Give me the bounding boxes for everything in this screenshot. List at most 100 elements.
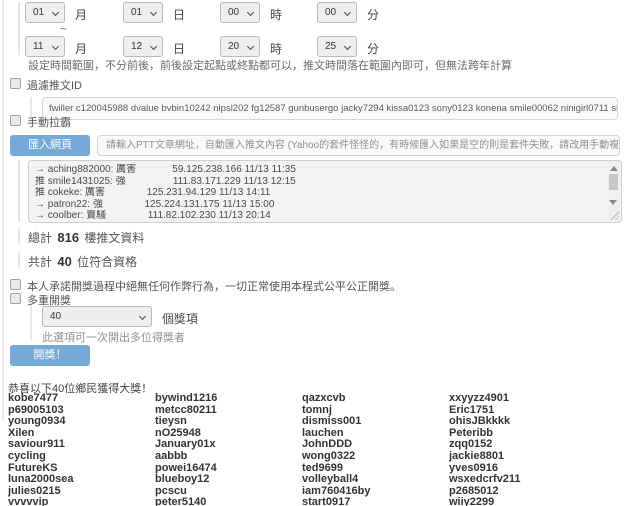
- import-page-button[interactable]: 匯入網頁: [10, 135, 90, 156]
- start-month-value: 01: [33, 7, 44, 18]
- winner-name: luna2000sea: [8, 474, 155, 486]
- page-left-edge: [2, 0, 4, 420]
- article-url-placeholder: 請輸入PTT文章網址，自動匯入推文內容 (Yahoo的套件怪怪的，有時候匯入如果…: [98, 136, 619, 155]
- comments-lines: → aching882000: 厲害 59.125.238.166 11/13 …: [35, 164, 605, 222]
- total-suffix: 樓推文資料: [84, 231, 144, 245]
- winner-name: ohisJBkkkk: [449, 416, 596, 428]
- winner-name: January01x: [155, 439, 302, 451]
- comment-line: 推 smile1431025: 強 111.83.171.229 11/13 1…: [35, 176, 605, 188]
- winner-name: lauchen: [302, 428, 449, 440]
- winner-name: Eric1751: [449, 405, 596, 417]
- start-minute-value: 00: [325, 7, 336, 18]
- pledge-checkbox[interactable]: [10, 279, 21, 290]
- form-group-border: [18, 160, 20, 222]
- chevron-down-icon: [247, 43, 254, 50]
- winner-name: wsxedcrfv211: [449, 474, 596, 486]
- chevron-down-icon: [52, 9, 59, 16]
- winner-name: wong0322: [302, 451, 449, 463]
- winner-name: dismiss001: [302, 416, 449, 428]
- winners-grid: kobe7477bywind1216qazxcvbxxyyzz4901p6900…: [8, 393, 596, 506]
- end-minute-select[interactable]: 25: [317, 36, 357, 57]
- scroll-up-icon[interactable]: [610, 166, 618, 171]
- form-group-border: [18, 2, 20, 55]
- end-minute-value: 25: [325, 41, 336, 52]
- winner-name: p69005103: [8, 405, 155, 417]
- end-hour-value: 20: [228, 41, 239, 52]
- scroll-down-icon[interactable]: [609, 200, 617, 205]
- winner-name: bywind1216: [155, 393, 302, 405]
- winner-name: saviour911: [8, 439, 155, 451]
- form-group-border: [18, 252, 20, 268]
- winner-name: Xilen: [8, 428, 155, 440]
- filter-id-input[interactable]: fwiller c120045988 dvalue bvbin10242 nlp…: [42, 97, 618, 120]
- qualified-value: 40: [55, 254, 73, 269]
- winner-name: nO25948: [155, 428, 302, 440]
- form-group-border: [30, 303, 32, 340]
- winner-name: tieysn: [155, 416, 302, 428]
- winner-name: aabbb: [155, 451, 302, 463]
- winner-name: powei16474: [155, 463, 302, 475]
- end-hour-select[interactable]: 20: [220, 36, 260, 57]
- comment-line: → aching882000: 厲害 59.125.238.166 11/13 …: [35, 164, 605, 176]
- end-month-select[interactable]: 11: [25, 36, 65, 57]
- manual-slot-checkbox[interactable]: [10, 115, 21, 126]
- qualified-stat: 共計 40 位符合資格: [28, 253, 137, 270]
- filter-id-checkbox[interactable]: [10, 78, 21, 89]
- day-unit-label: 日: [173, 6, 185, 23]
- hour-unit-label: 時: [270, 6, 282, 23]
- winner-name: cycling: [8, 451, 155, 463]
- winner-name: young0934: [8, 416, 155, 428]
- start-hour-select[interactable]: 00: [220, 2, 260, 23]
- start-day-select[interactable]: 01: [123, 2, 163, 23]
- total-value: 816: [55, 230, 81, 245]
- end-month-value: 11: [33, 41, 43, 52]
- start-minute-select[interactable]: 00: [317, 2, 357, 23]
- winner-name: yves0916: [449, 463, 596, 475]
- multi-draw-checkbox[interactable]: [10, 293, 21, 304]
- winner-name: iam760416by: [302, 486, 449, 498]
- winner-name: julies0215: [8, 486, 155, 498]
- ptt-lottery-page: 01 月 01 日 00 時 00 分 ~ 11 月 12 日 20 時 25 …: [0, 0, 640, 506]
- multi-draw-hint: 此選項可一次開出多位得獎者: [42, 329, 185, 345]
- manual-slot-label: 手動拉霸: [27, 114, 71, 130]
- chevron-down-icon: [344, 43, 351, 50]
- winner-name: vvvvvip: [8, 497, 155, 506]
- article-url-input[interactable]: 請輸入PTT文章網址，自動匯入推文內容 (Yahoo的套件怪怪的，有時候匯入如果…: [97, 135, 620, 156]
- qualified-label: 共計: [28, 255, 52, 269]
- winner-name: FutureKS: [8, 463, 155, 475]
- winner-name: qazxcvb: [302, 393, 449, 405]
- total-label: 總計: [28, 231, 52, 245]
- start-hour-value: 00: [228, 7, 239, 18]
- end-day-select[interactable]: 12: [123, 36, 163, 57]
- winner-name: Peteribb: [449, 428, 596, 440]
- month-unit-label: 月: [75, 6, 87, 23]
- winner-name: p2685012: [449, 486, 596, 498]
- prize-count-select[interactable]: 40: [42, 306, 152, 327]
- prize-unit-label: 個獎項: [162, 310, 198, 327]
- start-month-select[interactable]: 01: [25, 2, 65, 23]
- winner-name: JohnDDD: [302, 439, 449, 451]
- winner-name: blueboy12: [155, 474, 302, 486]
- winner-name: metcc80211: [155, 405, 302, 417]
- chevron-down-icon: [150, 43, 157, 50]
- hour-unit-label: 時: [270, 40, 282, 57]
- winner-name: jackie8801: [449, 451, 596, 463]
- day-unit-label: 日: [173, 40, 185, 57]
- draw-button[interactable]: 開獎！: [10, 345, 90, 366]
- prize-count-value: 40: [50, 311, 61, 322]
- end-day-value: 12: [131, 41, 142, 52]
- time-range-hint: 設定時間範圍，不分前後，前後設定起點或終點都可以，推文時間落在範圍內即可，但無法…: [28, 57, 512, 73]
- winner-name: zqq0152: [449, 439, 596, 451]
- minute-unit-label: 分: [367, 40, 379, 57]
- comment-line: → coolber: 賣騷 111.82.102.230 11/13 20:14: [35, 210, 605, 222]
- month-unit-label: 月: [75, 40, 87, 57]
- pledge-label: 本人承諾開獎過程中絕無任何作弊行為，一切正常使用本程式公平公正開獎。: [27, 278, 401, 294]
- comment-line: → patron22: 強 125.224.131.175 11/13 15:0…: [35, 199, 605, 211]
- chevron-down-icon: [150, 9, 157, 16]
- filter-id-input-value: fwiller c120045988 dvalue bvbin10242 nlp…: [43, 98, 617, 119]
- qualified-suffix: 位符合資格: [77, 255, 137, 269]
- chevron-down-icon: [139, 313, 146, 320]
- scrollbar-thumb[interactable]: [609, 174, 618, 190]
- comments-textarea[interactable]: → aching882000: 厲害 59.125.238.166 11/13 …: [28, 160, 622, 223]
- minute-unit-label: 分: [367, 6, 379, 23]
